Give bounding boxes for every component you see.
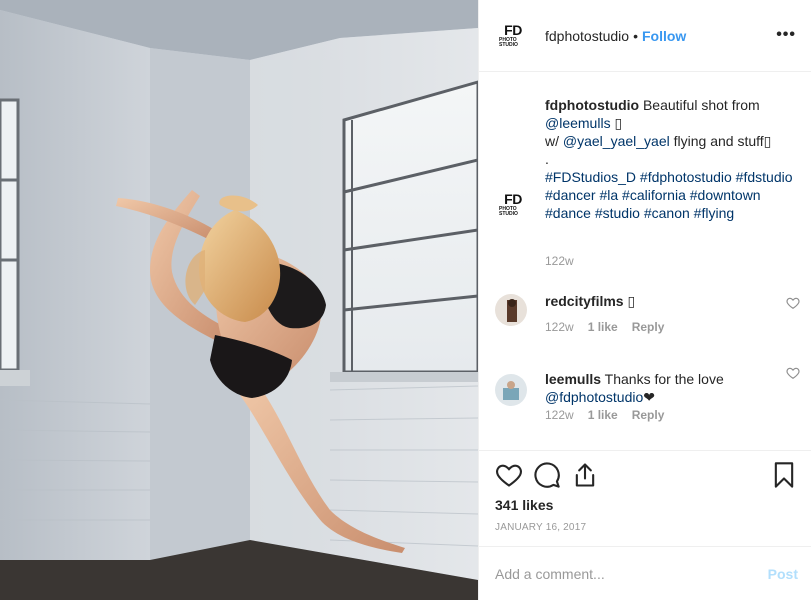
comment-meta: 122w 1 like Reply (545, 408, 678, 422)
more-options-icon[interactable]: ••• (776, 26, 796, 44)
comment-text: leemulls Thanks for the love @fdphotostu… (545, 370, 755, 406)
add-comment-input[interactable] (495, 563, 745, 585)
comment-body: ▯ (627, 293, 636, 309)
comment-reply-button[interactable]: Reply (632, 320, 665, 334)
post-header: FD PHOTO STUDIO fdphotostudio • Follow •… (479, 0, 811, 72)
share-icon[interactable] (571, 461, 599, 489)
header-username[interactable]: fdphotostudio (545, 28, 629, 44)
avatar[interactable]: FD PHOTO STUDIO (499, 22, 527, 50)
post-actions: 341 likes JANUARY 16, 2017 (479, 450, 811, 546)
avatar-logo-subtext: PHOTO STUDIO (499, 37, 518, 48)
add-comment-bar: Post (479, 546, 811, 600)
comment-username[interactable]: leemulls (545, 371, 601, 387)
comment-like-heart-icon[interactable] (786, 296, 800, 310)
follow-button[interactable]: Follow (642, 28, 686, 44)
caption-text-part2: w/ (545, 133, 559, 149)
post-details-panel: FD PHOTO STUDIO fdphotostudio • Follow •… (478, 0, 811, 600)
comment-mention[interactable]: @fdphotostudio (545, 389, 643, 405)
action-icons (495, 461, 800, 491)
likes-count[interactable]: 341 likes (495, 497, 553, 513)
comment-body: Thanks for the love (604, 371, 724, 387)
dancer-photo-image (0, 0, 478, 600)
caption-mention-leemulls[interactable]: @leemulls (545, 115, 611, 131)
caption-avatar-logo-subtext: PHOTO STUDIO (499, 205, 518, 217)
comment-likes[interactable]: 1 like (588, 320, 618, 334)
post-date[interactable]: JANUARY 16, 2017 (495, 522, 586, 533)
caption-hashtags[interactable]: #FDStudios_D #fdphotostudio #fdstudio #d… (545, 169, 793, 221)
caption-avatar[interactable]: FD PHOTO STUDIO (499, 190, 527, 218)
post-photo[interactable] (0, 0, 478, 600)
caption-username[interactable]: fdphotostudio (545, 97, 639, 113)
caption-text: fdphotostudio Beautiful shot from @leemu… (545, 96, 795, 222)
comment-timestamp[interactable]: 122w (545, 320, 574, 334)
post-comment-button[interactable]: Post (768, 566, 798, 582)
caption-text-part3: flying and stuff▯ (673, 133, 772, 149)
avatar-logo-text: FD (504, 22, 522, 38)
comment-avatar[interactable] (495, 374, 527, 406)
instagram-post: FD PHOTO STUDIO fdphotostudio • Follow •… (0, 0, 811, 600)
header-separator: • (633, 27, 638, 44)
comment-likes[interactable]: 1 like (588, 408, 618, 422)
comment-timestamp[interactable]: 122w (545, 408, 574, 422)
comment-text: redcityfilms ▯ (545, 292, 755, 310)
caption-timestamp[interactable]: 122w (545, 254, 574, 268)
comment-like-heart-icon[interactable] (786, 366, 800, 380)
comment-reply-button[interactable]: Reply (632, 408, 665, 422)
heart-icon[interactable] (495, 461, 523, 489)
comments-section: FD PHOTO STUDIO fdphotostudio Beautiful … (479, 72, 811, 450)
comment-avatar[interactable] (495, 294, 527, 326)
comment-emoji: ❤ (643, 389, 656, 405)
comment-icon[interactable] (533, 461, 561, 489)
caption-mention-yael[interactable]: @yael_yael_yael (563, 133, 670, 149)
caption-text-part1: Beautiful shot from (642, 97, 760, 113)
caption-emoji-1: ▯ (614, 115, 623, 131)
comment-meta: 122w 1 like Reply (545, 320, 678, 334)
caption-dot: . (545, 151, 549, 167)
comment-username[interactable]: redcityfilms (545, 293, 624, 309)
caption-avatar-logo-text: FD (504, 190, 522, 207)
bookmark-icon[interactable] (770, 461, 798, 489)
